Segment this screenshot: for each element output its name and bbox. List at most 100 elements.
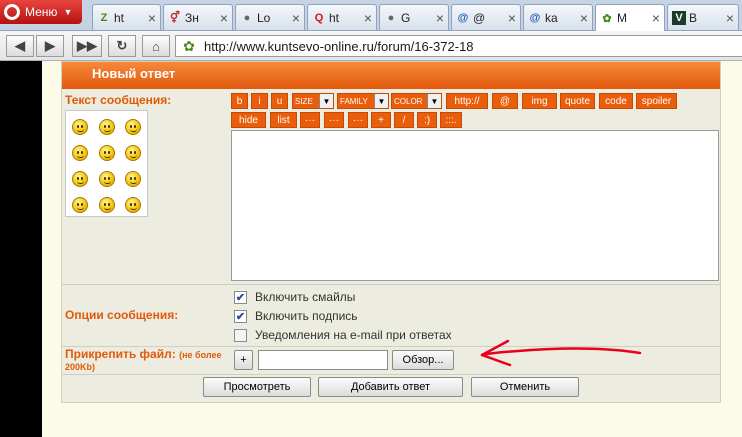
reload-icon: ↻ [116,38,128,53]
font-family-select[interactable]: FAMILY ▼ [337,93,389,109]
spoiler-tag-button[interactable]: spoiler [636,93,677,109]
smiley-panel [65,110,148,217]
italic-button[interactable]: i [251,93,268,109]
close-tab-icon[interactable]: × [508,10,516,26]
form-header: Новый ответ [62,62,720,89]
family-select-label: FAMILY [340,96,368,106]
toolbar-button[interactable]: ··· [348,112,368,128]
tab-label: М [617,11,627,25]
tab-favicon-icon: ● [387,11,395,24]
option-smileys[interactable]: ✔ Включить смайлы [234,290,355,304]
fast-forward-button[interactable]: ▶▶ [72,35,102,57]
tab-favicon-icon: V [672,10,686,25]
img-tag-button[interactable]: img [522,93,557,109]
tab-label: Зн [185,10,199,25]
close-tab-icon[interactable]: × [652,10,660,26]
file-path-input[interactable] [258,350,388,370]
preview-button[interactable]: Просмотреть [203,377,311,397]
bold-button[interactable]: b [231,93,248,109]
option-email-notify[interactable]: Уведомления на e-mail при ответах [234,328,452,342]
opera-menu-button[interactable]: Меню ▼ [0,0,82,24]
hide-tag-button[interactable]: hide [231,112,266,128]
color-select[interactable]: COLOR ▼ [391,93,442,109]
browser-tab[interactable]: ⚥ Зн × [163,4,233,30]
toolbar-button[interactable]: ··· [300,112,320,128]
close-tab-icon[interactable]: × [148,10,156,26]
message-label: Текст сообщения: [65,93,172,107]
close-tab-icon[interactable]: × [580,10,588,26]
quote-tag-button[interactable]: quote [560,93,595,109]
tab-label: Lo [257,10,271,25]
checkbox-checked-icon[interactable]: ✔ [234,290,247,304]
tab-label: В [689,10,698,25]
browser-tab[interactable]: Z ht × [92,4,161,30]
opera-logo-icon [4,4,20,20]
fast-forward-icon: ▶▶ [77,38,97,53]
close-tab-icon[interactable]: × [726,10,734,26]
chevron-down-icon: ▼ [374,94,388,108]
tab-favicon-icon: Z [100,11,108,24]
option-signature[interactable]: ✔ Включить подпись [234,309,358,323]
smile-tag-button[interactable]: :) [417,112,437,128]
arrow-left-icon: ◀ [15,38,25,53]
browser-tab[interactable]: Q ht × [307,4,377,30]
smiley-icon[interactable] [99,197,115,213]
tab-label: ka [545,10,558,25]
checkbox-checked-icon[interactable]: ✔ [234,309,247,323]
list-tag-button[interactable]: list [270,112,297,128]
forward-button[interactable]: ▶ [36,35,64,57]
checkbox-unchecked-icon[interactable] [234,328,247,342]
plus-tag-button[interactable]: + [371,112,391,128]
back-button[interactable]: ◀ [6,35,34,57]
browse-button[interactable]: Обзор... [392,350,454,370]
browser-tab[interactable]: ● Lo × [235,4,305,30]
address-bar[interactable]: ✿ http://www.kuntsevo-online.ru/forum/16… [175,35,742,57]
smiley-icon[interactable] [72,171,88,187]
submit-reply-button[interactable]: Добавить ответ [318,377,463,397]
tab-favicon-icon: ✿ [602,12,612,25]
options-label: Опции сообщения: [65,308,179,322]
menu-label: Меню [25,5,58,19]
code-tag-button[interactable]: code [599,93,633,109]
close-tab-icon[interactable]: × [364,10,372,26]
url-text[interactable]: http://www.kuntsevo-online.ru/forum/16-3… [204,39,474,54]
browser-tab[interactable]: V В × [667,4,739,30]
browser-tab-active[interactable]: ✿ М × [595,4,665,31]
smiley-icon[interactable] [99,119,115,135]
tab-favicon-icon: ● [243,11,251,24]
add-file-button[interactable]: + [234,350,253,370]
tab-favicon-icon: Q [314,11,324,24]
close-tab-icon[interactable]: × [436,10,444,26]
message-textarea[interactable] [231,130,719,281]
smiley-icon[interactable] [72,145,88,161]
smiley-icon[interactable] [125,145,141,161]
close-tab-icon[interactable]: × [220,10,228,26]
email-tag-button[interactable]: @ [492,93,518,109]
smiley-icon[interactable] [125,197,141,213]
underline-button[interactable]: u [271,93,288,109]
size-select-label: SIZE [295,96,313,106]
smiley-cool-icon[interactable] [125,119,141,135]
smiley-icon[interactable] [72,119,88,135]
browser-tab[interactable]: @ ka × [523,4,593,30]
option-label: Уведомления на e-mail при ответах [255,328,452,342]
close-tab-icon[interactable]: × [292,10,300,26]
cancel-button[interactable]: Отменить [471,377,579,397]
chevron-down-icon: ▼ [427,94,441,108]
row-divider [62,284,720,285]
smiley-icon[interactable] [125,171,141,187]
smiley-icon[interactable] [99,171,115,187]
browser-tab[interactable]: ● G × [379,4,449,30]
reload-button[interactable]: ↻ [108,35,136,57]
toolbar-button[interactable]: ··· [324,112,344,128]
url-tag-button[interactable]: http:// [446,93,488,109]
toolbar-button[interactable]: :::. [440,112,462,128]
browser-tab[interactable]: @ @ × [451,4,521,30]
slash-tag-button[interactable]: / [394,112,414,128]
smiley-icon[interactable] [99,145,115,161]
home-button[interactable]: ⌂ [142,35,170,57]
smiley-icon[interactable] [72,197,88,213]
home-icon: ⌂ [152,38,160,54]
tab-bar: Меню ▼ Z ht × ⚥ Зн × ● Lo × Q ht × ● G ×… [0,0,742,31]
size-select[interactable]: SIZE ▼ [292,93,334,109]
